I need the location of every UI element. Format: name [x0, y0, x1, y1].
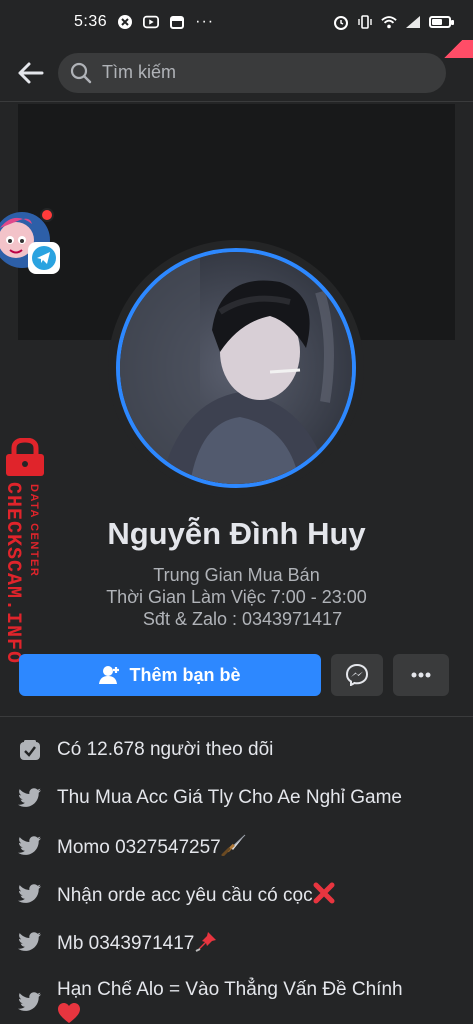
list-item: Thu Mua Acc Giá Tly Cho Ae Nghỉ Game — [0, 776, 473, 824]
list-item: Có 12.678 người theo dõi — [0, 728, 473, 776]
profile-picture[interactable] — [116, 248, 356, 488]
status-bar: 5:36 ··· — [0, 0, 473, 44]
wifi-icon — [381, 15, 397, 29]
battery-level — [432, 19, 442, 25]
profile-name: Nguyễn Đình Huy — [107, 516, 366, 551]
back-button[interactable] — [12, 55, 48, 91]
profile-photo-image — [120, 252, 352, 484]
status-left: 5:36 ··· — [74, 13, 214, 31]
notification-dot — [40, 208, 54, 222]
bio-line: Sđt & Zalo : 0343971417 — [142, 609, 343, 629]
bio-line: Trung Gian Mua Bán — [153, 565, 320, 585]
app-notification-icon — [117, 15, 133, 29]
list-item: Hạn Chế Alo = Vào Thẳng Vấn Đề Chính — [0, 968, 473, 1024]
twitter-bird-icon — [18, 990, 42, 1014]
list-item: Mb 0343971417 — [0, 920, 473, 968]
profile-actions: Thêm bạn bè — [19, 654, 455, 696]
bio-line: Thời Gian Làm Việc 7:00 - 23:00 — [106, 587, 367, 607]
pushpin-icon — [195, 932, 217, 952]
twitter-bird-icon — [18, 930, 42, 954]
telegram-badge[interactable] — [28, 242, 60, 274]
intro-text: Thu Mua Acc Giá Tly Cho Ae Nghỉ Game — [57, 787, 402, 808]
intro-text-value: Mb 0343971417 — [57, 933, 195, 954]
vibrate-icon — [357, 15, 373, 29]
section-divider — [0, 716, 473, 717]
message-button[interactable] — [331, 654, 383, 696]
alarm-icon — [333, 15, 349, 30]
intro-text-value: Nhận orde acc yêu cầu có cọc — [57, 885, 313, 906]
telegram-icon — [32, 246, 56, 270]
intro-text: Nhận orde acc yêu cầu có cọc — [57, 882, 457, 908]
battery-icon — [429, 16, 454, 28]
cross-mark-icon — [313, 882, 335, 904]
intro-text-value: Momo 0327547257 — [57, 837, 221, 858]
add-friend-label: Thêm bạn bè — [129, 664, 241, 685]
twitter-bird-icon — [18, 882, 42, 906]
followers-count: Có 12.678 người theo dõi — [57, 739, 274, 760]
profile-bio: Trung Gian Mua Bán Thời Gian Làm Việc 7:… — [0, 564, 473, 630]
add-friend-button[interactable]: Thêm bạn bè — [19, 654, 321, 696]
search-icon — [70, 62, 92, 83]
list-item: Momo 0327547257 — [0, 824, 473, 872]
intro-text: Hạn Chế Alo = Vào Thẳng Vấn Đề Chính — [57, 978, 457, 1024]
youtube-icon — [143, 15, 160, 29]
search-box[interactable] — [58, 52, 446, 93]
intro-text: Mb 0343971417 — [57, 930, 457, 956]
messenger-icon — [346, 664, 368, 686]
back-arrow-icon — [18, 62, 44, 83]
list-item: Nhận orde acc yêu cầu có cọc — [0, 872, 473, 920]
intro-text-value: Hạn Chế Alo = Vào Thẳng Vấn Đề Chính — [57, 979, 403, 1000]
status-icons — [333, 15, 454, 30]
calendar-icon — [169, 15, 185, 29]
followers-icon — [18, 738, 42, 762]
more-notifications-icon: ··· — [195, 13, 215, 30]
twitter-bird-icon — [18, 834, 42, 858]
search-input[interactable] — [102, 62, 422, 83]
intro-list: Có 12.678 người theo dõi Thu Mua Acc Giá… — [0, 728, 473, 1024]
lock-icon — [6, 438, 44, 476]
dagger-icon — [221, 834, 246, 856]
status-time: 5:36 — [74, 13, 108, 30]
more-dots-icon — [411, 672, 431, 678]
top-bar — [0, 44, 473, 102]
heart-icon — [58, 1003, 80, 1023]
more-options-button[interactable] — [393, 654, 449, 696]
add-friend-icon — [99, 666, 120, 684]
profile-picture-frame[interactable] — [108, 240, 364, 496]
intro-text: Momo 0327547257 — [57, 834, 457, 860]
signal-icon — [405, 15, 421, 29]
twitter-bird-icon — [18, 786, 42, 810]
